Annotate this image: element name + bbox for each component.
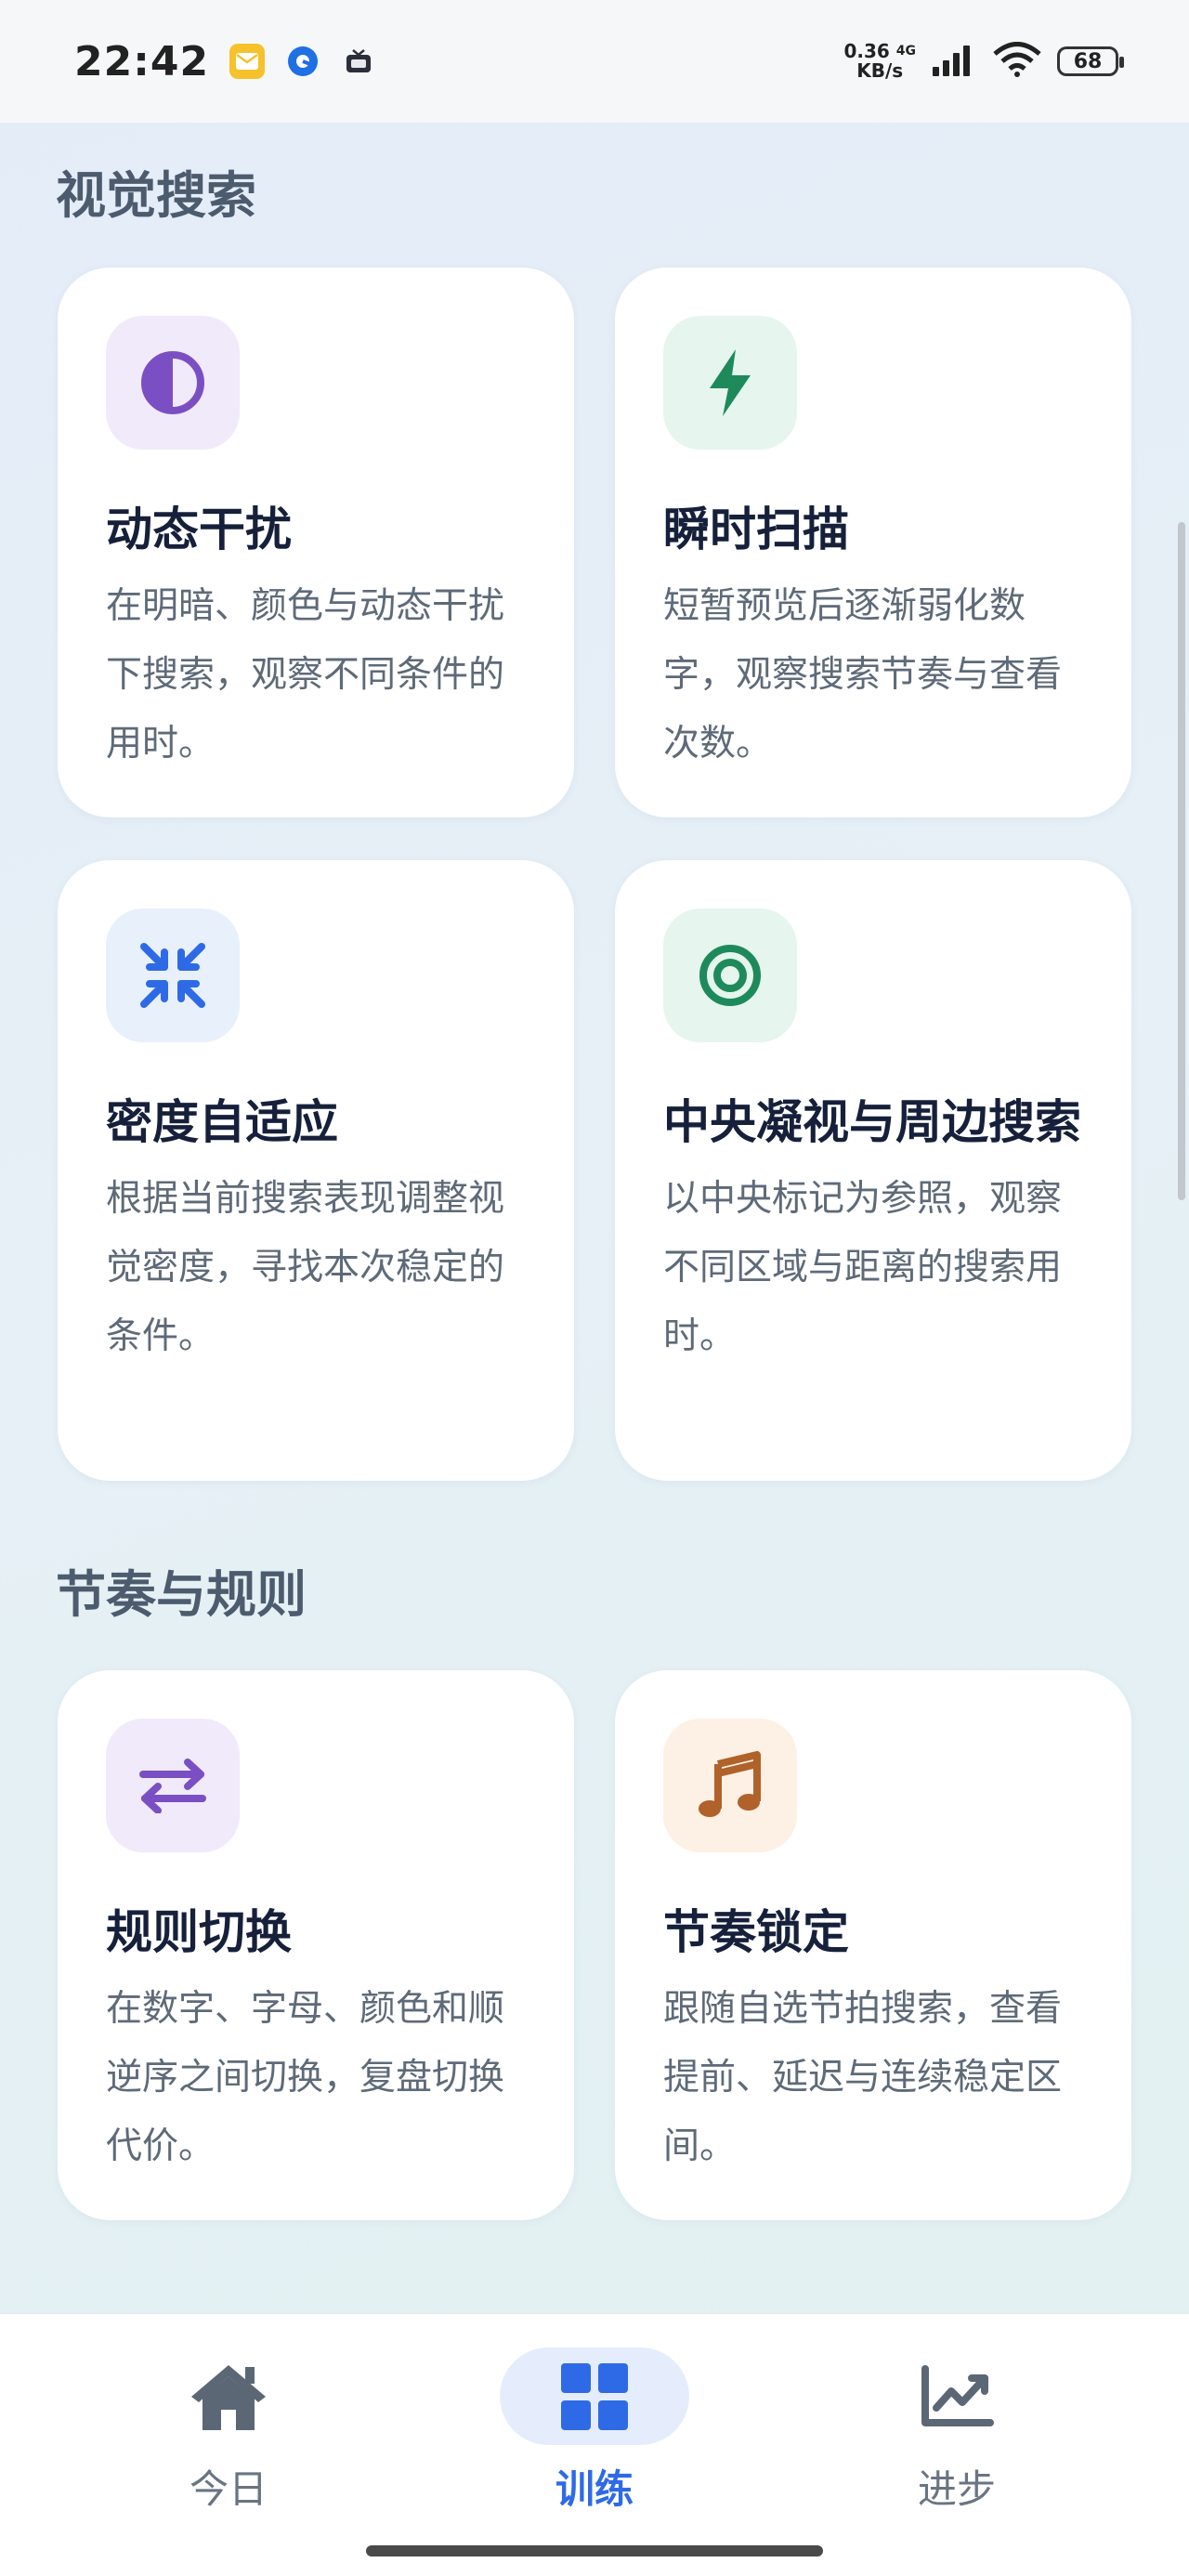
section-title-rhythm-rules: 节奏与规则 <box>56 1565 307 1624</box>
nav-label: 训练 <box>555 2466 634 2512</box>
card-title: 中央凝视与周边搜索 <box>663 1095 1081 1149</box>
card-title: 密度自适应 <box>106 1095 338 1149</box>
nav-item-progress[interactable]: 进步 <box>855 2347 1059 2515</box>
card-title: 动态干扰 <box>106 503 292 556</box>
nav-icon-wrap <box>862 2347 1052 2445</box>
net-speed: 0.36 4G KB/s <box>843 42 916 81</box>
network-type: 4G <box>895 44 916 59</box>
compress-arrows-icon <box>106 909 240 1042</box>
card-description: 根据当前搜索表现调整视觉密度，寻找本次稳定的条件。 <box>106 1178 505 1357</box>
music-note-icon <box>663 1719 797 1852</box>
card-title: 节奏锁定 <box>663 1905 849 1959</box>
net-speed-unit: KB/s <box>856 59 904 82</box>
card-central-peripheral-search[interactable]: 中央凝视与周边搜索 以中央标记为参照，观察不同区域与距离的搜索用时。 <box>615 860 1131 1481</box>
card-dynamic-interference[interactable]: 动态干扰 在明暗、颜色与动态干扰下搜索，观察不同条件的用时。 <box>58 268 574 817</box>
status-right: 0.36 4G KB/s 68 <box>843 42 1124 81</box>
card-description: 短暂预览后逐渐弱化数字，观察搜索节奏与查看次数。 <box>663 585 1063 765</box>
nav-item-today[interactable]: 今日 <box>126 2347 331 2515</box>
nav-item-training[interactable]: 训练 <box>492 2347 697 2515</box>
card-rule-switch[interactable]: 规则切换 在数字、字母、颜色和顺逆序之间切换，复盘切换代价。 <box>58 1670 574 2220</box>
contrast-icon <box>106 316 240 450</box>
lightning-icon <box>663 316 797 450</box>
scrollbar-thumb[interactable] <box>1178 522 1185 1200</box>
notification-icons <box>229 44 376 79</box>
card-rhythm-lock[interactable]: 节奏锁定 跟随自选节拍搜索，查看提前、延迟与连续稳定区间。 <box>615 1670 1131 2220</box>
grid-icon <box>561 2362 628 2430</box>
bottom-nav: 今日 训练 进步 <box>0 2313 1189 2576</box>
card-instant-scan[interactable]: 瞬时扫描 短暂预览后逐渐弱化数字，观察搜索节奏与查看次数。 <box>615 268 1131 817</box>
wifi-icon <box>992 42 1042 81</box>
browser-app-icon <box>285 44 320 79</box>
home-indicator[interactable] <box>366 2545 823 2556</box>
signal-icon <box>931 43 977 80</box>
battery-indicator: 68 <box>1057 46 1124 76</box>
tv-app-icon <box>341 44 376 79</box>
home-icon <box>191 2364 266 2430</box>
status-bar: 22:42 0.36 4G KB/s 68 <box>0 0 1189 123</box>
section-title-visual-search: 视觉搜索 <box>56 166 256 225</box>
nav-label: 今日 <box>189 2466 268 2512</box>
card-description: 跟随自选节拍搜索，查看提前、延迟与连续稳定区间。 <box>663 1988 1063 2167</box>
nav-icon-wrap <box>134 2347 323 2445</box>
mail-app-icon <box>229 44 266 79</box>
swap-arrows-icon <box>106 1719 240 1852</box>
nav-label: 进步 <box>917 2466 996 2512</box>
status-time: 22:42 <box>74 37 210 85</box>
card-density-adaptive[interactable]: 密度自适应 根据当前搜索表现调整视觉密度，寻找本次稳定的条件。 <box>58 860 574 1481</box>
card-description: 以中央标记为参照，观察不同区域与距离的搜索用时。 <box>663 1178 1063 1357</box>
card-description: 在明暗、颜色与动态干扰下搜索，观察不同条件的用时。 <box>106 585 505 765</box>
trend-chart-icon <box>921 2364 994 2426</box>
card-title: 规则切换 <box>106 1905 292 1959</box>
nav-icon-wrap <box>500 2347 689 2445</box>
target-icon <box>663 909 797 1042</box>
card-title: 瞬时扫描 <box>663 503 849 556</box>
card-description: 在数字、字母、颜色和顺逆序之间切换，复盘切换代价。 <box>106 1988 505 2167</box>
